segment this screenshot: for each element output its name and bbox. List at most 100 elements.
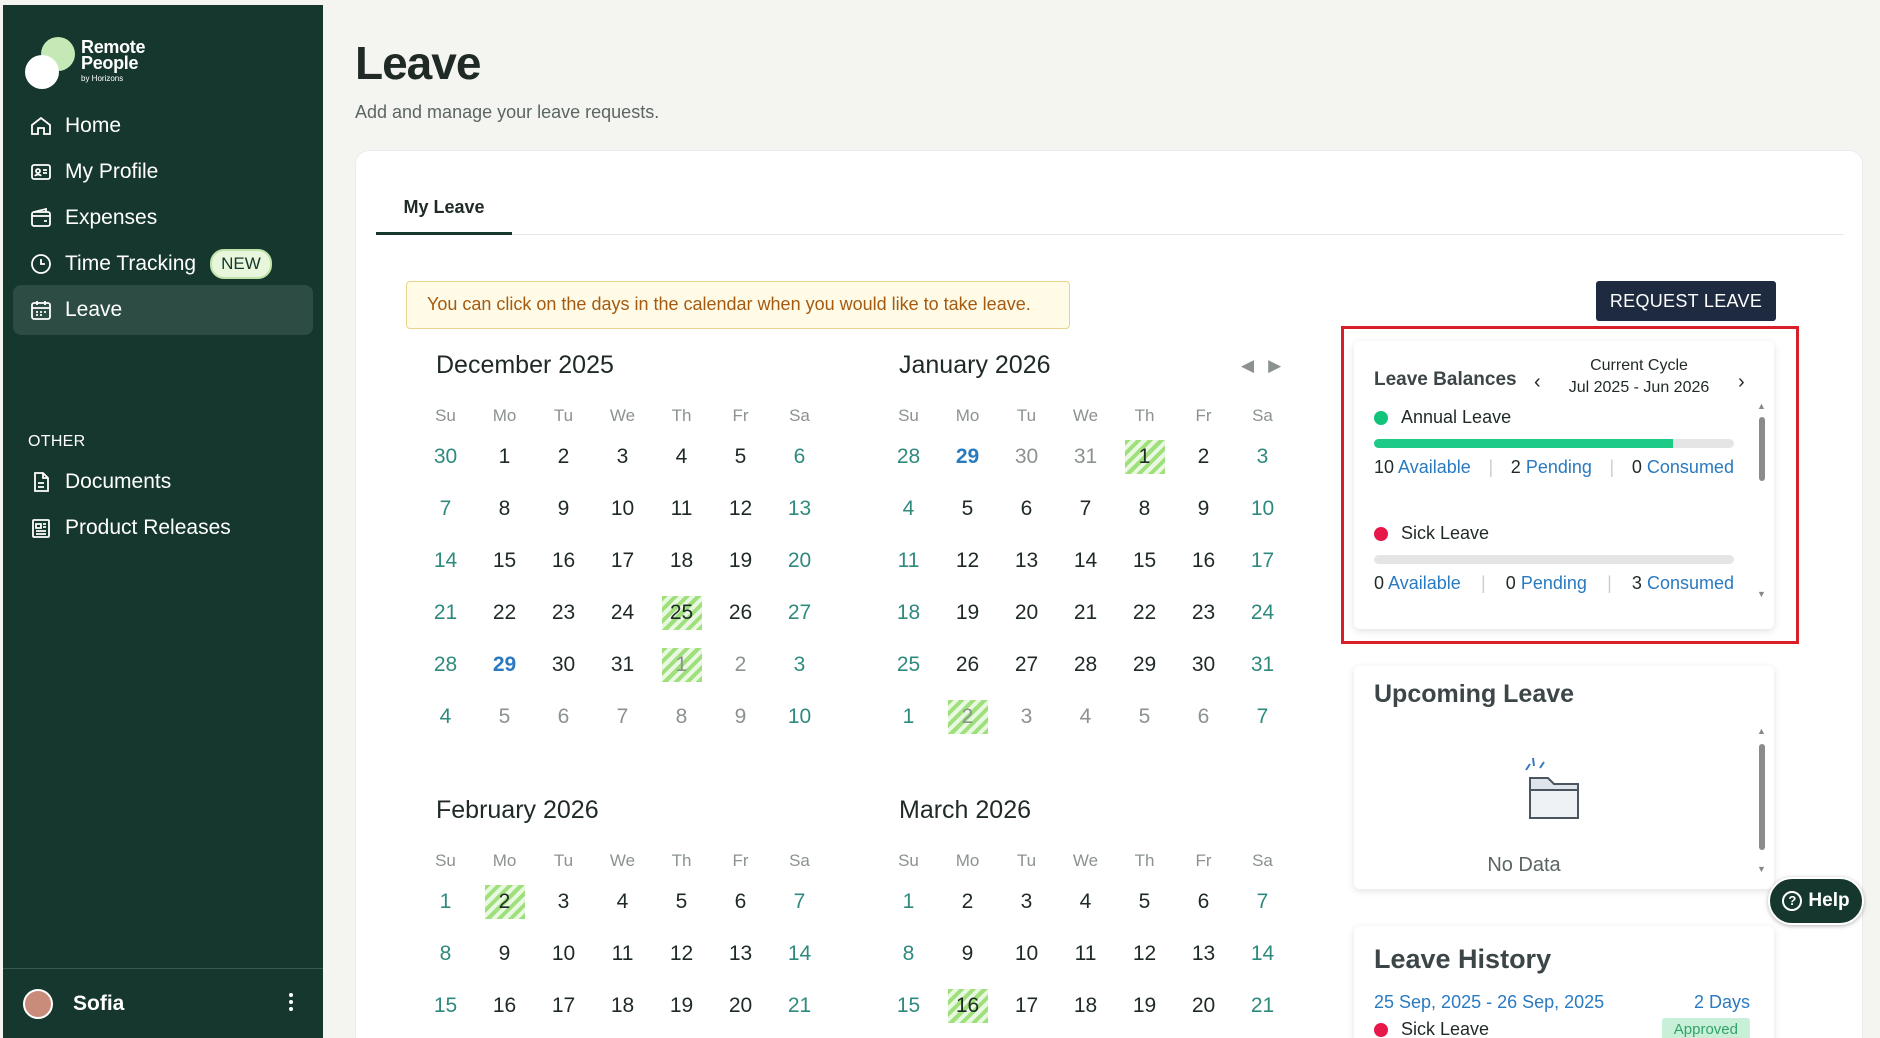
available-link[interactable]: Available [1398, 457, 1471, 477]
calendar-day[interactable]: 28 [1056, 639, 1115, 691]
nav-documents[interactable]: Documents [13, 457, 313, 507]
calendar-day[interactable]: 30 [534, 639, 593, 691]
calendar-day[interactable]: 14 [1233, 928, 1292, 980]
calendar-day[interactable]: 23 [1174, 587, 1233, 639]
calendar-day[interactable]: 14 [1056, 535, 1115, 587]
calendar-day[interactable]: 21 [770, 980, 829, 1032]
calendar-day[interactable]: 3 [1233, 431, 1292, 483]
calendar-day[interactable]: 5 [1115, 876, 1174, 928]
help-button[interactable]: ? Help [1768, 877, 1864, 925]
calendar-day[interactable]: 30 [997, 431, 1056, 483]
calendar-day[interactable]: 8 [475, 483, 534, 535]
calendar-day[interactable]: 2 [938, 691, 997, 743]
calendar-day[interactable]: 3 [534, 876, 593, 928]
scrollbar[interactable]: ▲ ▼ [1756, 726, 1768, 876]
calendar-day[interactable]: 13 [770, 483, 829, 535]
calendar-day[interactable]: 29 [1115, 639, 1174, 691]
calendar-day[interactable]: 28 [416, 639, 475, 691]
calendar-day[interactable]: 16 [938, 980, 997, 1032]
next-month-icon[interactable]: ▶ [1268, 356, 1281, 375]
calendar-day[interactable]: 13 [711, 928, 770, 980]
calendar-day[interactable]: 9 [938, 928, 997, 980]
calendar-day[interactable]: 2 [1174, 431, 1233, 483]
calendar-day[interactable]: 18 [593, 980, 652, 1032]
calendar-day[interactable]: 18 [879, 587, 938, 639]
calendar-day[interactable]: 9 [475, 928, 534, 980]
calendar-day[interactable]: 8 [879, 928, 938, 980]
more-menu-icon[interactable] [289, 993, 293, 1014]
calendar-day[interactable]: 7 [416, 483, 475, 535]
calendar-day[interactable]: 3 [997, 691, 1056, 743]
history-dates[interactable]: 25 Sep, 2025 - 26 Sep, 2025 [1374, 992, 1604, 1013]
calendar-day[interactable]: 7 [770, 876, 829, 928]
calendar-day[interactable]: 20 [1174, 980, 1233, 1032]
calendar-day[interactable]: 10 [997, 928, 1056, 980]
calendar-day[interactable]: 7 [1233, 691, 1292, 743]
calendar-day[interactable]: 16 [475, 980, 534, 1032]
calendar-day[interactable]: 12 [1115, 928, 1174, 980]
calendar-day[interactable]: 25 [879, 639, 938, 691]
calendar-day[interactable]: 31 [1056, 431, 1115, 483]
calendar-day[interactable]: 21 [1056, 587, 1115, 639]
calendar-day[interactable]: 4 [879, 483, 938, 535]
avatar[interactable] [23, 988, 53, 1019]
calendar-day[interactable]: 27 [997, 639, 1056, 691]
calendar-day[interactable]: 29 [938, 431, 997, 483]
calendar-day[interactable]: 15 [416, 980, 475, 1032]
calendar-day[interactable]: 14 [416, 535, 475, 587]
calendar-day[interactable]: 18 [1056, 980, 1115, 1032]
consumed-link[interactable]: Consumed [1647, 457, 1734, 477]
calendar-day[interactable]: 10 [534, 928, 593, 980]
calendar-day[interactable]: 29 [475, 639, 534, 691]
calendar-day[interactable]: 9 [534, 483, 593, 535]
calendar-day[interactable]: 17 [534, 980, 593, 1032]
calendar-day[interactable]: 10 [593, 483, 652, 535]
calendar-day[interactable]: 4 [416, 691, 475, 743]
nav-time-tracking[interactable]: Time Tracking NEW [13, 239, 313, 289]
calendar-day[interactable]: 1 [1115, 431, 1174, 483]
calendar-day[interactable]: 21 [416, 587, 475, 639]
chevron-left-icon[interactable]: ‹ [1534, 371, 1541, 394]
tab-my-leave[interactable]: My Leave [376, 181, 512, 235]
calendar-day[interactable]: 1 [879, 691, 938, 743]
calendar-day[interactable]: 22 [475, 587, 534, 639]
calendar-day[interactable]: 8 [1115, 483, 1174, 535]
calendar-day[interactable]: 11 [1056, 928, 1115, 980]
request-leave-button[interactable]: REQUEST LEAVE [1596, 281, 1776, 321]
calendar-day[interactable]: 28 [879, 431, 938, 483]
calendar-day[interactable]: 4 [1056, 876, 1115, 928]
calendar-day[interactable]: 8 [416, 928, 475, 980]
calendar-day[interactable]: 19 [1115, 980, 1174, 1032]
nav-my-profile[interactable]: My Profile [13, 147, 313, 197]
calendar-day[interactable]: 14 [770, 928, 829, 980]
calendar-day[interactable]: 7 [593, 691, 652, 743]
calendar-day[interactable]: 8 [652, 691, 711, 743]
calendar-day[interactable]: 19 [652, 980, 711, 1032]
calendar-day[interactable]: 12 [652, 928, 711, 980]
calendar-day[interactable]: 19 [938, 587, 997, 639]
calendar-day[interactable]: 2 [475, 876, 534, 928]
calendar-day[interactable]: 10 [1233, 483, 1292, 535]
calendar-day[interactable]: 22 [1115, 587, 1174, 639]
calendar-day[interactable]: 20 [997, 587, 1056, 639]
calendar-day[interactable]: 20 [711, 980, 770, 1032]
calendar-day[interactable]: 11 [652, 483, 711, 535]
calendar-day[interactable]: 13 [997, 535, 1056, 587]
chevron-right-icon[interactable]: › [1738, 371, 1745, 394]
calendar-day[interactable]: 31 [1233, 639, 1292, 691]
calendar-day[interactable]: 19 [711, 535, 770, 587]
calendar-day[interactable]: 5 [1115, 691, 1174, 743]
calendar-day[interactable]: 15 [879, 980, 938, 1032]
calendar-day[interactable]: 24 [593, 587, 652, 639]
calendar-day[interactable]: 12 [938, 535, 997, 587]
nav-expenses[interactable]: Expenses [13, 193, 313, 243]
calendar-day[interactable]: 6 [1174, 691, 1233, 743]
calendar-day[interactable]: 6 [770, 431, 829, 483]
calendar-day[interactable]: 9 [1174, 483, 1233, 535]
nav-product-releases[interactable]: Product Releases [13, 503, 313, 553]
calendar-day[interactable]: 26 [711, 587, 770, 639]
calendar-day[interactable]: 4 [652, 431, 711, 483]
calendar-day[interactable]: 5 [652, 876, 711, 928]
calendar-day[interactable]: 7 [1056, 483, 1115, 535]
calendar-day[interactable]: 30 [1174, 639, 1233, 691]
